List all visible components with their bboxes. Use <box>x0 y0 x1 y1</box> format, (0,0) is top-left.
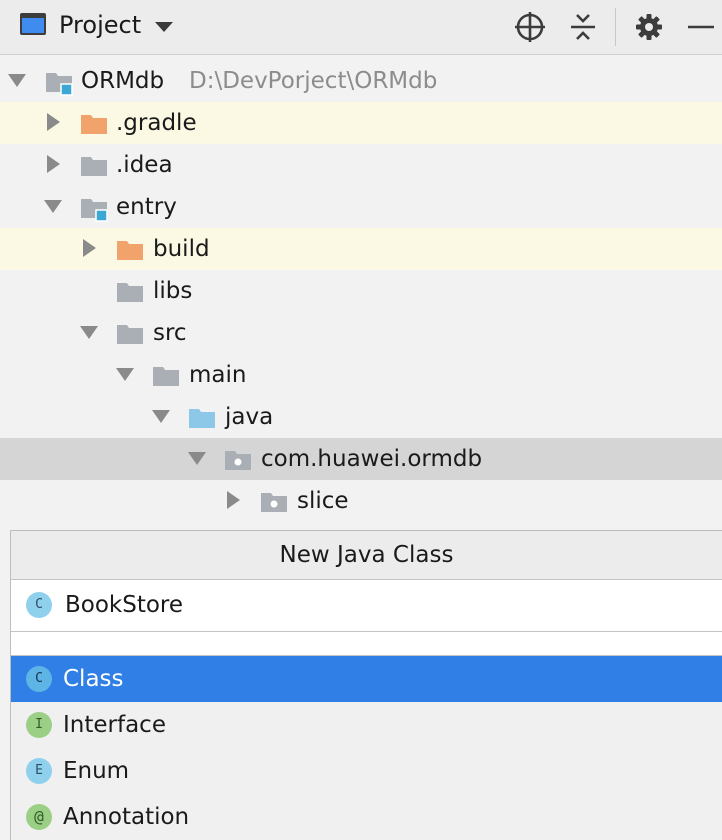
tree-row-package-ormdb[interactable]: com.huawei.ormdb <box>0 438 722 480</box>
kind-option-enum[interactable]: E Enum <box>11 748 722 794</box>
tree-row-java[interactable]: java <box>0 396 722 438</box>
kind-option-annotation[interactable]: @ Annotation <box>11 794 722 840</box>
project-view-selector[interactable]: Project <box>59 9 141 41</box>
toolbar-separator <box>615 8 616 46</box>
kind-label: Annotation <box>63 804 190 830</box>
tree-label: java <box>225 404 274 430</box>
class-icon: C <box>26 666 52 692</box>
expand-arrow-icon[interactable] <box>152 407 170 425</box>
folder-icon <box>152 364 180 386</box>
project-view-icon <box>20 13 46 35</box>
collapse-all-icon[interactable] <box>566 10 600 44</box>
enum-icon: E <box>26 758 52 784</box>
excluded-folder-icon <box>116 238 144 260</box>
tree-label: com.huawei.ormdb <box>261 446 483 472</box>
annotation-icon: @ <box>26 804 52 830</box>
collapse-arrow-icon[interactable] <box>44 155 62 173</box>
package-icon <box>224 448 252 470</box>
kind-option-class[interactable]: C Class <box>11 656 722 702</box>
gear-icon[interactable] <box>632 10 666 44</box>
collapse-arrow-icon[interactable] <box>44 113 62 131</box>
interface-icon: I <box>26 712 52 738</box>
tree-row-ormdb[interactable]: ORMdb D:\DevPorject\ORMdb <box>0 60 722 102</box>
tree-label: slice <box>297 488 349 514</box>
expand-arrow-icon[interactable] <box>188 449 206 467</box>
tree-row-entry[interactable]: entry <box>0 186 722 228</box>
expand-arrow-icon[interactable] <box>44 197 62 215</box>
tree-row-src[interactable]: src <box>0 312 722 354</box>
excluded-folder-icon <box>80 112 108 134</box>
class-icon: C <box>26 592 52 618</box>
tree-label: .gradle <box>116 110 197 136</box>
class-name-value[interactable]: BookStore <box>65 580 183 631</box>
module-folder-icon <box>45 70 73 96</box>
popup-title: New Java Class <box>11 531 722 580</box>
tree-row-libs[interactable]: libs <box>0 270 722 312</box>
tree-row-build[interactable]: build <box>0 228 722 270</box>
package-icon <box>260 490 288 512</box>
class-name-input[interactable]: C BookStore <box>11 580 722 632</box>
kind-option-interface[interactable]: I Interface <box>11 702 722 748</box>
popup-spacer <box>11 632 722 656</box>
tree-row-idea[interactable]: .idea <box>0 144 722 186</box>
collapse-arrow-icon[interactable] <box>224 491 242 509</box>
tree-row-gradle[interactable]: .gradle <box>0 102 722 144</box>
new-java-class-popup: New Java Class C BookStore C Class I Int… <box>10 530 722 840</box>
minimize-icon[interactable] <box>684 10 718 44</box>
source-folder-icon <box>188 406 216 428</box>
locate-target-icon[interactable] <box>513 10 547 44</box>
module-folder-icon <box>80 196 108 222</box>
tree-label: main <box>189 362 247 388</box>
tool-window-header: Project <box>0 0 722 55</box>
kind-label: Class <box>63 666 124 692</box>
project-tool-window: Project ORMdb D:\DevPorject\ORMdb .gradl… <box>0 0 722 840</box>
tree-label: src <box>153 320 187 346</box>
folder-icon <box>116 280 144 302</box>
folder-icon <box>116 322 144 344</box>
expand-arrow-icon[interactable] <box>8 71 26 89</box>
chevron-down-icon[interactable] <box>155 22 173 32</box>
collapse-arrow-icon[interactable] <box>80 239 98 257</box>
tree-label: ORMdb <box>81 68 165 94</box>
tree-label: entry <box>116 194 177 220</box>
tree-label: .idea <box>116 152 173 178</box>
expand-arrow-icon[interactable] <box>80 323 98 341</box>
tree-row-main[interactable]: main <box>0 354 722 396</box>
tree-label: build <box>153 236 210 262</box>
folder-icon <box>80 154 108 176</box>
expand-arrow-icon[interactable] <box>116 365 134 383</box>
project-tree: ORMdb D:\DevPorject\ORMdb .gradle .idea <box>0 60 722 522</box>
kind-label: Interface <box>63 712 166 738</box>
tree-label: libs <box>153 278 193 304</box>
kind-label: Enum <box>63 758 130 784</box>
tree-row-slice[interactable]: slice <box>0 480 722 522</box>
project-path: D:\DevPorject\ORMdb <box>189 68 438 94</box>
